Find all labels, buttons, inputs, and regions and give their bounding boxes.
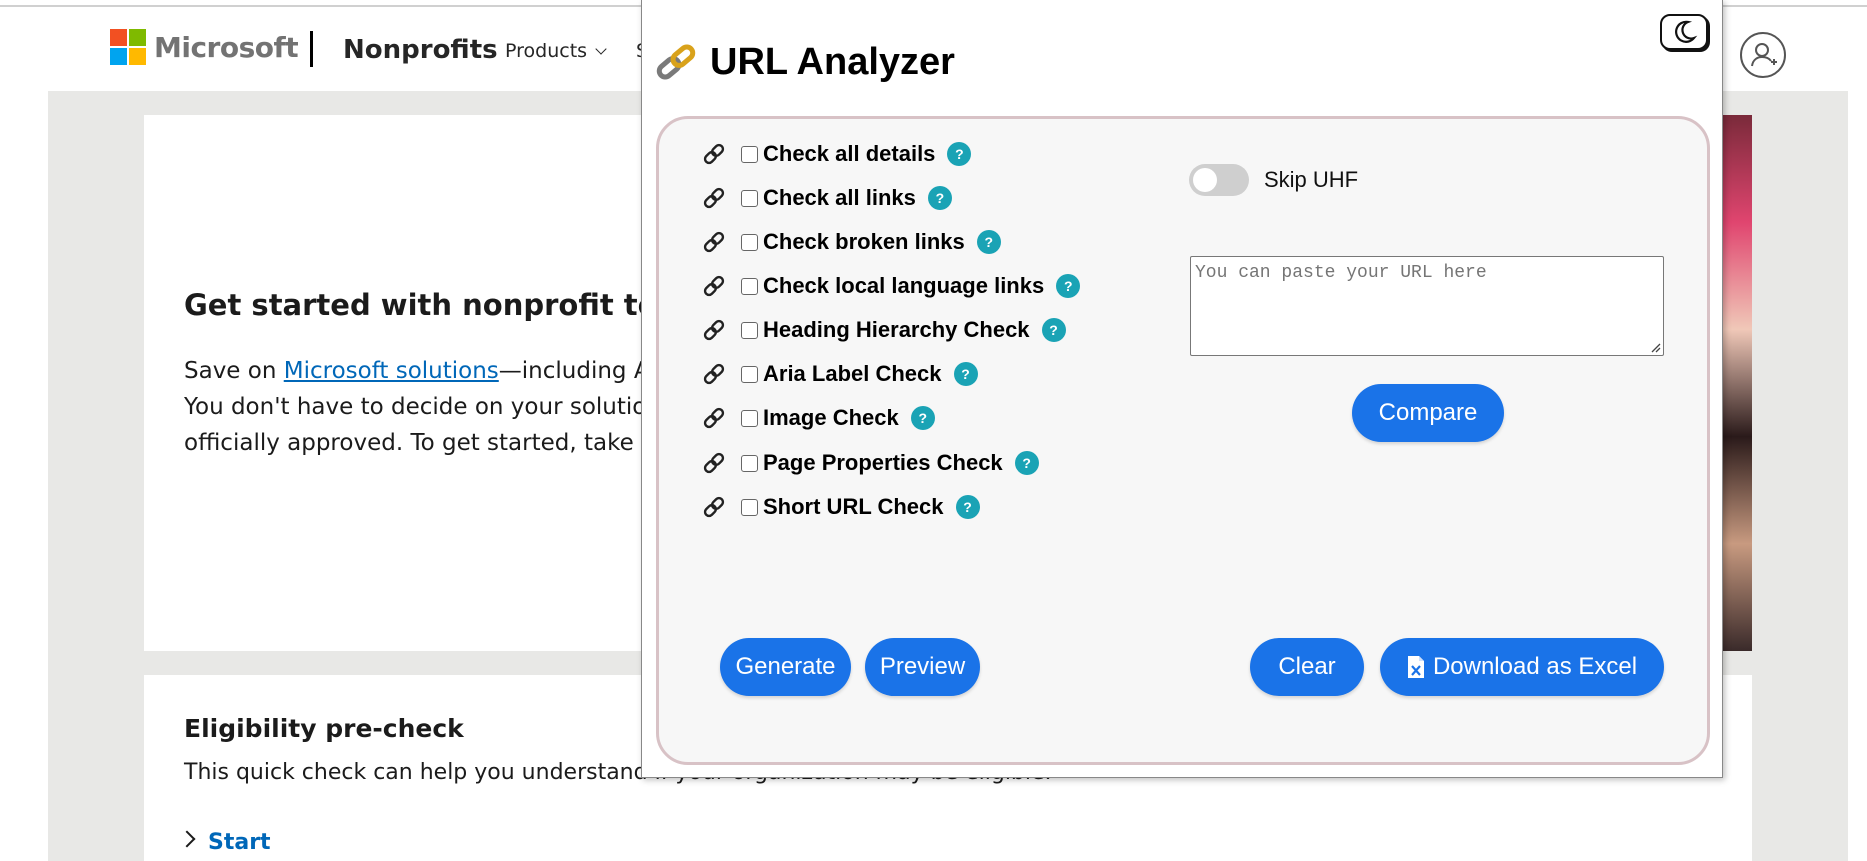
help-icon[interactable]: ? [1056, 274, 1081, 298]
checkbox-page-properties-check[interactable] [741, 454, 758, 472]
hero-text-line2: You don't have to decide on your solutio… [184, 394, 673, 420]
toggle-knob [1193, 168, 1217, 192]
checkbox-check-all-links[interactable] [741, 189, 758, 207]
download-excel-label: Download as Excel [1432, 653, 1638, 680]
link-icon [703, 496, 725, 518]
check-row-local-language-links: Check local language links ? [701, 271, 1081, 301]
link-icon [703, 452, 725, 474]
help-icon[interactable]: ? [1014, 451, 1039, 475]
clear-button[interactable]: Clear [1250, 638, 1364, 696]
check-label: Check local language links [763, 273, 1045, 298]
help-icon[interactable]: ? [955, 495, 980, 519]
nav-products-label: Products [505, 40, 588, 62]
checkbox-heading-hierarchy-check[interactable] [741, 321, 758, 339]
excel-file-icon [1407, 656, 1424, 678]
analyzer-panel: Check all details ? Check all links ? Ch… [656, 116, 1710, 765]
link-icon [703, 187, 725, 209]
checkbox-image-check[interactable] [741, 409, 758, 427]
checkbox-check-local-language-links[interactable] [741, 277, 758, 295]
check-label: Image Check [763, 405, 899, 430]
popup-header: URL Analyzer [652, 38, 955, 86]
start-link-label: Start [208, 830, 271, 855]
checkbox-aria-label-check[interactable] [741, 365, 758, 383]
nav-products[interactable]: Products [505, 40, 607, 62]
link-icon [703, 407, 725, 429]
check-row-heading-hierarchy: Heading Hierarchy Check ? [701, 315, 1066, 345]
skip-uhf-toggle[interactable] [1189, 164, 1249, 196]
help-icon[interactable]: ? [1041, 318, 1066, 342]
link-chain-icon [656, 44, 696, 80]
check-row-short-url: Short URL Check ? [701, 492, 980, 522]
moon-icon [1675, 20, 1698, 43]
resize-handle-icon[interactable] [1649, 341, 1661, 353]
check-row-page-properties: Page Properties Check ? [701, 448, 1039, 478]
microsoft-logo[interactable]: Microsoft [110, 29, 299, 65]
generate-button[interactable]: Generate [720, 638, 851, 696]
start-link[interactable]: Start [178, 830, 271, 855]
hero-image [1718, 115, 1752, 651]
dark-mode-toggle[interactable] [1660, 14, 1708, 50]
microsoft-solutions-link[interactable]: Microsoft solutions [284, 358, 499, 384]
link-icon [703, 363, 725, 385]
hero-text-prefix: Save on [184, 358, 284, 384]
checkbox-check-all-details[interactable] [741, 145, 758, 163]
skip-uhf-label: Skip UHF [1264, 167, 1359, 192]
check-label: Heading Hierarchy Check [763, 317, 1030, 342]
check-label: Check all details [763, 141, 936, 166]
check-label: Page Properties Check [763, 450, 1003, 475]
url-input[interactable] [1190, 256, 1664, 356]
link-icon [703, 319, 725, 341]
hero-text-line3: officially approved. To get started, tak… [184, 430, 679, 456]
popup-title: URL Analyzer [710, 40, 955, 83]
url-analyzer-popup: URL Analyzer Check all details ? Check a… [641, 0, 1723, 778]
check-row-image: Image Check ? [701, 403, 935, 433]
help-icon[interactable]: ? [947, 142, 972, 166]
chevron-down-icon [595, 43, 607, 55]
check-label: Short URL Check [763, 494, 944, 519]
check-label: Aria Label Check [763, 361, 942, 386]
link-icon [703, 143, 725, 165]
check-row-all-details: Check all details ? [701, 139, 972, 169]
check-label: Check all links [763, 185, 916, 210]
brand-name: Microsoft [154, 30, 299, 64]
link-icon [703, 231, 725, 253]
help-icon[interactable]: ? [927, 186, 952, 210]
compare-button[interactable]: Compare [1352, 384, 1504, 442]
help-icon[interactable]: ? [953, 362, 978, 386]
eligibility-title: Eligibility pre-check [184, 714, 464, 743]
microsoft-logo-icon [110, 29, 146, 65]
skip-uhf-row: Skip UHF [1189, 164, 1358, 196]
site-name-link[interactable]: Nonprofits [343, 35, 498, 65]
check-row-broken-links: Check broken links ? [701, 227, 1001, 257]
check-row-aria-label: Aria Label Check ? [701, 359, 978, 389]
help-icon[interactable]: ? [910, 406, 935, 430]
preview-button[interactable]: Preview [865, 638, 980, 696]
check-row-all-links: Check all links ? [701, 183, 952, 213]
check-label: Check broken links [763, 229, 965, 254]
help-icon[interactable]: ? [976, 230, 1001, 254]
account-icon[interactable] [1740, 32, 1786, 78]
checkbox-short-url-check[interactable] [741, 498, 758, 516]
checkbox-check-broken-links[interactable] [741, 233, 758, 251]
header-divider [310, 31, 313, 67]
download-excel-button[interactable]: Download as Excel [1380, 638, 1664, 696]
link-icon [703, 275, 725, 297]
